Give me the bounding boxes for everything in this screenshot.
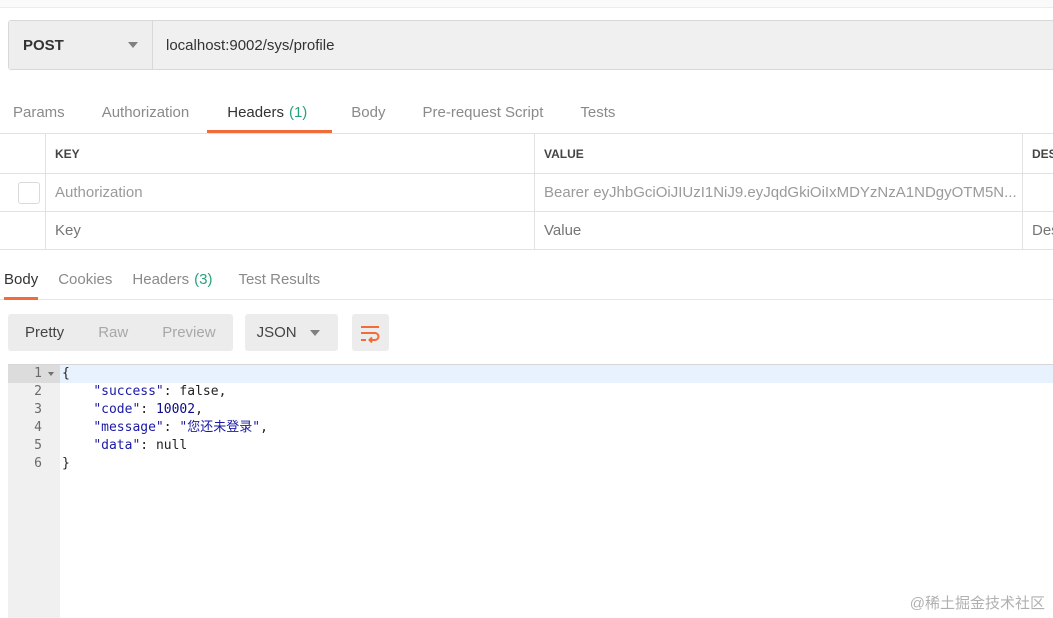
chevron-down-icon <box>309 329 320 336</box>
code-line: { <box>60 365 1053 383</box>
tab-body[interactable]: Body <box>351 96 385 133</box>
line-number: 2 <box>34 384 42 399</box>
url-input[interactable] <box>153 21 1053 69</box>
json-value: "您还未登录" <box>179 420 261 435</box>
header-value-cell[interactable]: Bearer eyJhbGciOiJIUzI1NiJ9.eyJqdGkiOiIx… <box>534 174 1022 211</box>
line-number: 6 <box>34 456 42 471</box>
format-dropdown[interactable]: JSON <box>244 314 338 351</box>
method-dropdown[interactable]: POST <box>9 21 153 69</box>
raw-button[interactable]: Raw <box>81 314 145 351</box>
watermark: @稀土掘金技术社区 <box>909 595 1045 612</box>
line-number: 4 <box>34 420 42 435</box>
tab-pre-request-script[interactable]: Pre-request Script <box>423 96 544 133</box>
request-url-bar: POST <box>8 20 1053 70</box>
window-top-strip <box>0 0 1053 8</box>
pretty-button[interactable]: Pretty <box>8 314 81 351</box>
column-header-value: VALUE <box>534 134 1022 173</box>
headers-table: KEY VALUE DES Authorization Bearer eyJhb… <box>0 133 1053 250</box>
format-label: JSON <box>256 324 297 341</box>
new-description-input[interactable] <box>1032 222 1053 239</box>
json-key: "success" <box>93 384 164 399</box>
json-key: "data" <box>93 438 141 453</box>
fold-arrow-icon[interactable] <box>48 372 54 376</box>
tab-tests[interactable]: Tests <box>580 96 615 133</box>
tab-params[interactable]: Params <box>13 96 65 133</box>
code-line: "data": null <box>93 438 188 453</box>
code-line: "message": "您还未登录", <box>93 420 268 435</box>
header-key-cell[interactable]: Authorization <box>45 174 534 211</box>
table-row-new <box>0 212 1053 250</box>
tab-test-results[interactable]: Test Results <box>238 263 320 300</box>
new-value-cell <box>534 212 1022 249</box>
headers-count-badge: (1) <box>288 104 308 121</box>
header-description-cell[interactable] <box>1022 174 1053 211</box>
response-tabs: Body Cookies Headers (3) Test Results <box>0 263 1053 300</box>
new-description-cell <box>1022 212 1053 249</box>
line-number: 1 <box>8 365 60 383</box>
view-mode-switch: Pretty Raw Preview <box>8 314 233 351</box>
tab-response-body[interactable]: Body <box>4 263 39 300</box>
json-value: 10002 <box>155 402 196 417</box>
new-key-cell <box>45 212 534 249</box>
chevron-down-icon <box>128 42 138 48</box>
wrap-icon <box>361 325 380 343</box>
line-number-gutter: 1 2 3 4 5 6 <box>8 365 60 618</box>
method-label: POST <box>23 36 64 54</box>
request-tabs: Params Authorization Headers (1) Body Pre… <box>0 96 615 133</box>
wrap-lines-button[interactable] <box>351 314 389 351</box>
response-body-editor[interactable]: 1 2 3 4 5 6 { "success": false, "code": … <box>8 364 1053 618</box>
preview-button[interactable]: Preview <box>145 314 232 351</box>
response-toolbar: Pretty Raw Preview JSON <box>8 314 389 351</box>
line-number: 3 <box>34 402 42 417</box>
json-key: "code" <box>93 402 141 417</box>
json-key: "message" <box>93 420 164 435</box>
tab-response-headers[interactable]: Headers (3) <box>132 263 212 300</box>
table-header-row: KEY VALUE DES <box>0 134 1053 174</box>
new-key-input[interactable] <box>55 222 534 239</box>
line-number: 5 <box>34 438 42 453</box>
tab-authorization[interactable]: Authorization <box>102 96 190 133</box>
code-line: "code": 10002, <box>93 402 203 417</box>
code-line: "success": false, <box>93 384 227 399</box>
header-enabled-checkbox[interactable] <box>18 182 40 204</box>
code-area: { "success": false, "code": 10002, "mess… <box>60 365 1053 618</box>
column-header-key: KEY <box>45 134 534 173</box>
response-headers-count: (3) <box>194 271 213 288</box>
tab-cookies[interactable]: Cookies <box>58 263 112 300</box>
code-line: } <box>62 456 70 471</box>
table-row: Authorization Bearer eyJhbGciOiJIUzI1NiJ… <box>0 174 1053 212</box>
new-value-input[interactable] <box>544 222 1022 239</box>
json-value: false <box>179 384 219 399</box>
json-value: null <box>155 438 188 453</box>
tab-headers[interactable]: Headers (1) <box>207 96 333 133</box>
column-header-description: DES <box>1022 134 1053 173</box>
